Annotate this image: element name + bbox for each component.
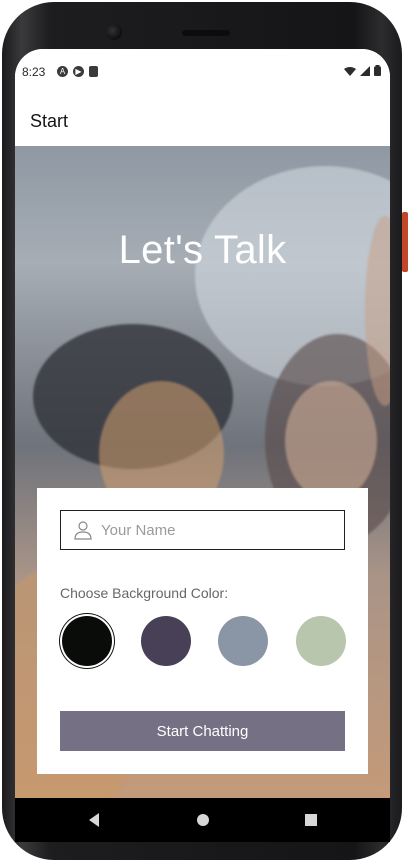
start-form-card: Choose Background Color: Start Chatting (37, 488, 368, 774)
color-swatch-purple[interactable] (141, 616, 191, 666)
photo-blur-face-right (285, 381, 377, 501)
a-icon: A (57, 66, 68, 77)
play-icon: ▶ (73, 66, 84, 77)
name-input-container[interactable] (60, 510, 345, 550)
phone-screen: 8:23 A ▶ Start Let's Talk Your Name Choo… (15, 49, 390, 798)
app-bar-title: Start (30, 111, 69, 131)
color-swatch-black[interactable] (62, 616, 112, 666)
device-frame: 8:23 A ▶ Start Let's Talk Your Name Choo… (0, 0, 408, 864)
status-bar: 8:23 A ▶ (15, 49, 390, 95)
hero-title: Let's Talk (118, 228, 287, 272)
front-camera (106, 24, 122, 40)
recents-icon[interactable] (301, 810, 321, 830)
color-choice-label: Choose Background Color: (60, 585, 229, 601)
person-icon (74, 521, 92, 540)
earpiece-speaker (182, 30, 230, 36)
home-icon[interactable] (193, 810, 213, 830)
side-button (402, 212, 408, 272)
status-time: 8:23 (22, 65, 46, 79)
android-navigation-bar (15, 798, 390, 842)
app-bar: Start (15, 95, 390, 146)
color-swatch-grey-blue[interactable] (218, 616, 268, 666)
background-photo: Let's Talk Choose Background Color: Star… (15, 146, 390, 798)
status-notification-icons: A ▶ (57, 66, 98, 77)
name-input[interactable] (101, 511, 337, 549)
wifi-icon (344, 66, 356, 76)
back-icon[interactable] (84, 810, 104, 830)
signal-icon (360, 65, 370, 76)
start-chatting-button[interactable]: Start Chatting (60, 711, 345, 751)
color-swatch-green[interactable] (296, 616, 346, 666)
sd-card-icon (89, 66, 98, 77)
status-system-icons (344, 65, 381, 76)
battery-icon (374, 65, 381, 76)
